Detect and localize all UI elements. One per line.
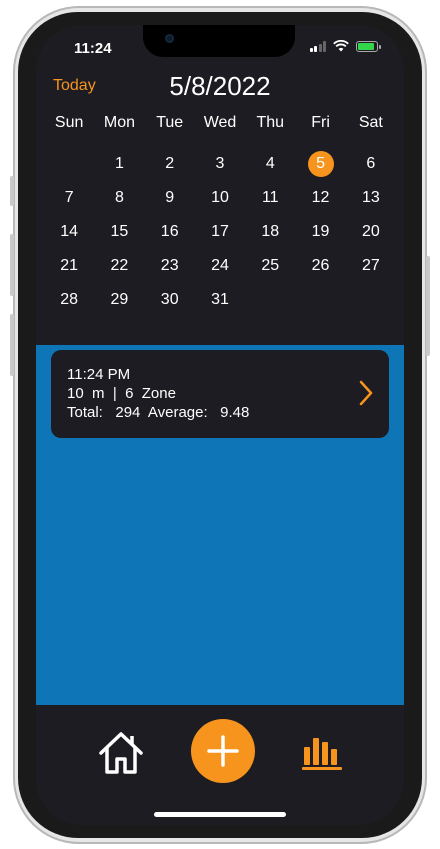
entry-summary: Total: 294 Average: 9.48 bbox=[67, 404, 250, 421]
house-icon[interactable] bbox=[97, 731, 145, 775]
status-icons bbox=[309, 40, 381, 52]
calendar-day[interactable]: 28 bbox=[44, 283, 94, 317]
weekday-label: Thu bbox=[256, 114, 285, 131]
camera-icon bbox=[165, 34, 174, 43]
calendar-day-empty bbox=[44, 147, 94, 181]
calendar-day[interactable]: 22 bbox=[94, 249, 144, 283]
weekday-label: Wed bbox=[203, 114, 237, 131]
date-title: 5/8/2022 bbox=[169, 71, 271, 101]
weekday-label: Mon bbox=[103, 114, 135, 131]
entry-time: 11:24 PM bbox=[67, 366, 131, 383]
calendar-day[interactable]: 8 bbox=[94, 181, 144, 215]
plus-icon bbox=[207, 735, 239, 767]
calendar-day[interactable]: 12 bbox=[295, 181, 345, 215]
calendar-day[interactable]: 19 bbox=[295, 215, 345, 249]
calendar-day[interactable]: 11 bbox=[245, 181, 295, 215]
calendar-day[interactable]: 30 bbox=[145, 283, 195, 317]
calendar-day[interactable]: 24 bbox=[195, 249, 245, 283]
weekday-label: Sun bbox=[54, 114, 84, 131]
calendar-day[interactable]: 2 bbox=[145, 147, 195, 181]
calendar-day[interactable]: 26 bbox=[295, 249, 345, 283]
calendar-day[interactable]: 29 bbox=[94, 283, 144, 317]
entries-list: 11:24 PM 10 m | 6 Zone Total: 294 Averag… bbox=[36, 345, 404, 705]
calendar-day[interactable]: 18 bbox=[245, 215, 295, 249]
calendar-day[interactable]: 27 bbox=[346, 249, 396, 283]
calendar-day[interactable]: 15 bbox=[94, 215, 144, 249]
app-screen: 11:24 Today 5/8/2022 Sun Mon Tue Wed Thu… bbox=[36, 25, 404, 825]
calendar-day[interactable]: 6 bbox=[346, 147, 396, 181]
calendar-day[interactable]: 31 bbox=[195, 283, 245, 317]
calendar-day[interactable]: 20 bbox=[346, 215, 396, 249]
weekday-label: Tue bbox=[156, 114, 184, 131]
notch bbox=[143, 25, 295, 57]
side-button-mute bbox=[10, 176, 14, 206]
calendar-day[interactable]: 17 bbox=[195, 215, 245, 249]
home-indicator[interactable] bbox=[154, 812, 286, 817]
calendar-day[interactable]: 7 bbox=[44, 181, 94, 215]
calendar-day-empty bbox=[346, 283, 396, 317]
tab-bar bbox=[36, 705, 404, 825]
calendar-grid: Sun Mon Tue Wed Thu Fri Sat 1 2 3 4 5 6 … bbox=[44, 113, 396, 317]
calendar-day[interactable]: 23 bbox=[145, 249, 195, 283]
calendar-day[interactable]: 25 bbox=[245, 249, 295, 283]
side-button-volume-down bbox=[10, 314, 14, 376]
calendar-day-empty bbox=[245, 283, 295, 317]
entry-detail: 10 m | 6 Zone bbox=[67, 385, 176, 402]
status-time: 11:24 bbox=[74, 40, 112, 57]
calendar-day[interactable]: 3 bbox=[195, 147, 245, 181]
calendar-day[interactable]: 14 bbox=[44, 215, 94, 249]
calendar-day[interactable]: 21 bbox=[44, 249, 94, 283]
bar-chart-icon[interactable] bbox=[301, 735, 343, 771]
calendar-day-selected[interactable]: 5 bbox=[295, 147, 345, 181]
weekday-label: Fri bbox=[311, 114, 330, 131]
calendar-day[interactable]: 9 bbox=[145, 181, 195, 215]
calendar-day[interactable]: 1 bbox=[94, 147, 144, 181]
calendar-day[interactable]: 10 bbox=[195, 181, 245, 215]
calendar-day[interactable]: 16 bbox=[145, 215, 195, 249]
cellular-signal-icon bbox=[309, 40, 326, 52]
chevron-right-icon bbox=[359, 380, 373, 406]
calendar-day[interactable]: 4 bbox=[245, 147, 295, 181]
side-button-volume-up bbox=[10, 234, 14, 296]
entry-card[interactable]: 11:24 PM 10 m | 6 Zone Total: 294 Averag… bbox=[51, 350, 389, 438]
battery-icon bbox=[356, 40, 381, 52]
weekday-label: Sat bbox=[358, 114, 383, 131]
side-button-power bbox=[426, 256, 430, 356]
calendar-day[interactable]: 13 bbox=[346, 181, 396, 215]
calendar-day-empty bbox=[295, 283, 345, 317]
wifi-icon bbox=[333, 40, 349, 52]
add-button[interactable] bbox=[191, 719, 255, 783]
